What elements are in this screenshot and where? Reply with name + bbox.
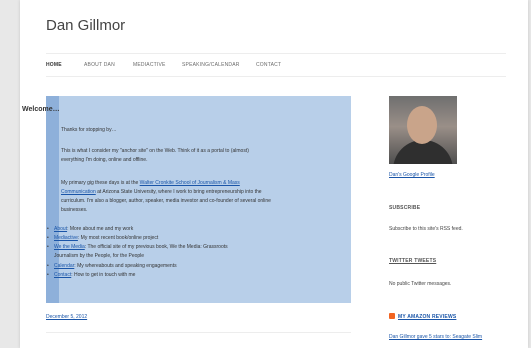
cronkite-school-link[interactable]: Walter Cronkite School of Journalism & M… <box>140 180 240 186</box>
site-title[interactable]: Dan Gillmor <box>46 17 125 34</box>
about-desc: : More about me and my work <box>67 226 134 232</box>
twitter-heading[interactable]: TWITTER TWEETS <box>389 258 436 264</box>
contact-desc: : How to get in touch with me <box>71 272 136 278</box>
about-link[interactable]: About <box>54 226 67 232</box>
welcome-paragraph-2-line-2: everything I'm doing, online and offline… <box>61 157 148 163</box>
post-divider <box>46 332 351 333</box>
we-the-media-desc: : The official site of my previous book,… <box>84 244 228 250</box>
welcome-paragraph-2-line-1: This is what I consider my "anchor site"… <box>61 148 249 154</box>
welcome-paragraph-3-line-2: Communication at Arizona State Universit… <box>61 188 262 197</box>
subscribe-text[interactable]: Subscribe to this site's RSS feed. <box>389 226 463 232</box>
list-item-calendar: Calendar: My whereabouts and speaking en… <box>47 262 177 271</box>
welcome-heading: Welcome… <box>22 106 60 113</box>
welcome-paragraph-3-line-4: businesses. <box>61 207 88 213</box>
calendar-desc: : My whereabouts and speaking engagement… <box>74 263 177 269</box>
contact-link[interactable]: Contact <box>54 272 71 278</box>
google-profile-link[interactable]: Dan's Google Profile <box>389 172 435 178</box>
twitter-text: No public Twitter messages. <box>389 281 452 287</box>
amazon-review-item[interactable]: Dan Gillmor gave 5 stars to: Seagate Sli… <box>389 334 482 340</box>
photo-face <box>407 106 437 144</box>
main-nav: HOME ABOUT DAN MEDIACTIVE SPEAKING/CALEN… <box>46 53 506 77</box>
cronkite-school-link-continued[interactable]: Communication <box>61 189 96 195</box>
nav-item-mediactive[interactable]: MEDIACTIVE <box>133 62 166 68</box>
list-item-about: About: More about me and my work <box>47 225 134 234</box>
we-the-media-desc-continued: Journalism by the People, for the People <box>54 253 145 259</box>
welcome-paragraph-3-line-1: My primary gig these days is at the Walt… <box>61 179 240 188</box>
nav-item-speaking-calendar[interactable]: SPEAKING/CALENDAR <box>182 62 240 68</box>
list-item-we-the-media: We the Media: The official site of my pr… <box>47 243 228 252</box>
welcome-paragraph-3-line-3: curriculum. I'm also a blogger, author, … <box>61 198 271 204</box>
rss-icon <box>389 313 395 319</box>
mediactive-link[interactable]: Mediactive <box>54 235 78 241</box>
list-item-contact: Contact: How to get in touch with me <box>47 271 136 280</box>
welcome-paragraph-1: Thanks for stopping by… <box>61 127 117 133</box>
list-item-mediactive: Mediactive: My most recent book/online p… <box>47 234 159 243</box>
nav-item-home[interactable]: HOME <box>46 62 62 68</box>
profile-photo[interactable] <box>389 96 457 164</box>
nav-item-about-dan[interactable]: ABOUT DAN <box>84 62 115 68</box>
post-date-link[interactable]: December 5, 2012 <box>46 314 87 320</box>
mediactive-desc: : My most recent book/online project <box>77 235 159 241</box>
subscribe-heading: SUBSCRIBE <box>389 205 421 211</box>
amazon-reviews-heading[interactable]: MY AMAZON REVIEWS <box>398 314 456 320</box>
calendar-link[interactable]: Calendar <box>54 263 74 269</box>
p3-line2-text: at Arizona State University, where I wor… <box>95 189 262 195</box>
nav-item-contact[interactable]: CONTACT <box>256 62 281 68</box>
we-the-media-link[interactable]: We the Media <box>54 244 85 250</box>
p3-intro-text: My primary gig these days is at the <box>61 180 139 186</box>
